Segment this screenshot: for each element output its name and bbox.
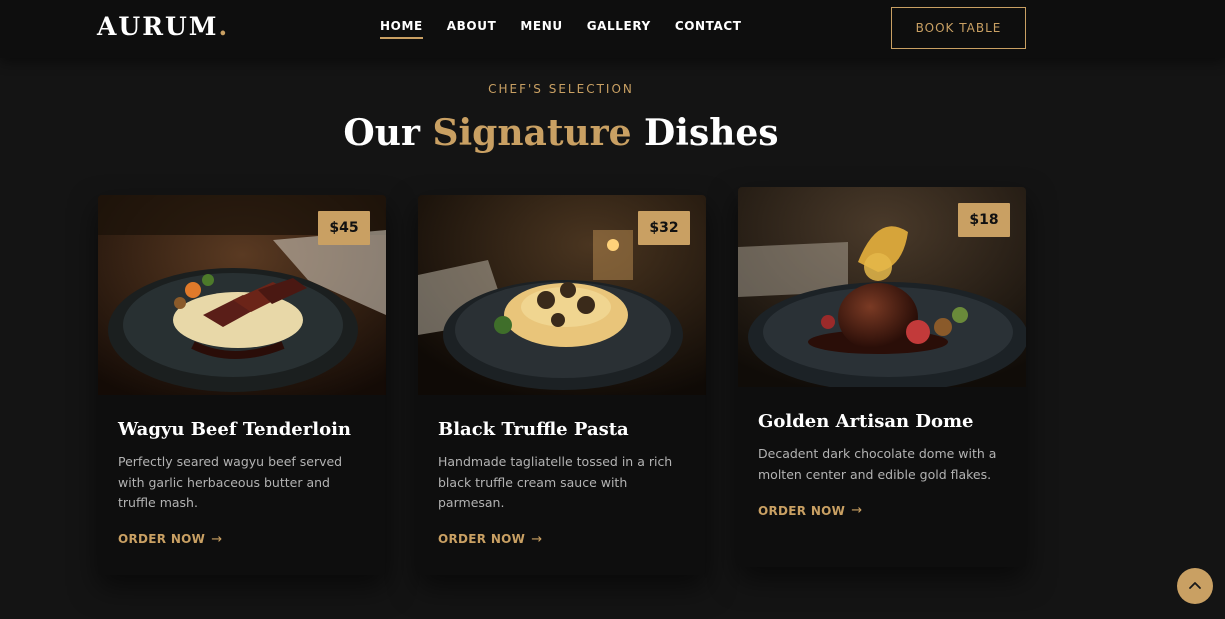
steak-plate-photo: $45 bbox=[98, 195, 386, 395]
site-header: AURUM. HOME ABOUT MENU GALLERY CONTACT B… bbox=[0, 0, 1225, 58]
dish-description: Perfectly seared wagyu beef served with … bbox=[118, 454, 343, 510]
main-nav: HOME ABOUT MENU GALLERY CONTACT bbox=[380, 19, 766, 39]
nav-menu[interactable]: MENU bbox=[520, 19, 562, 39]
price-badge: $18 bbox=[958, 203, 1010, 237]
nav-gallery[interactable]: GALLERY bbox=[587, 19, 651, 39]
nav-home[interactable]: HOME bbox=[380, 19, 423, 39]
dish-description: Decadent dark chocolate dome with a molt… bbox=[758, 446, 997, 482]
chevron-up-icon bbox=[1189, 582, 1201, 589]
dish-description: Handmade tagliatelle tossed in a rich bl… bbox=[438, 454, 673, 510]
order-now-label: ORDER NOW bbox=[758, 503, 846, 518]
order-now-link[interactable]: ORDER NOW → bbox=[758, 503, 862, 518]
price-badge: $45 bbox=[318, 211, 370, 245]
dish-card-wagyu: $45 Wagyu Beef Tenderloin Perfectly sear… bbox=[98, 195, 386, 575]
brand-logo[interactable]: AURUM. bbox=[97, 12, 229, 41]
dish-title: Wagyu Beef Tenderloin bbox=[118, 419, 351, 440]
book-table-button[interactable]: BOOK TABLE bbox=[891, 7, 1026, 49]
dish-card-golden-dome: $18 Golden Artisan Dome Decadent dark ch… bbox=[738, 187, 1026, 567]
section-eyebrow: CHEF'S SELECTION bbox=[488, 82, 634, 96]
order-now-link[interactable]: ORDER NOW → bbox=[438, 532, 542, 547]
arrow-right-icon: → bbox=[531, 531, 543, 547]
dish-title: Golden Artisan Dome bbox=[758, 411, 974, 432]
arrow-right-icon: → bbox=[211, 531, 223, 547]
section-title: Our Signature Dishes bbox=[343, 112, 779, 154]
price-badge: $32 bbox=[638, 211, 690, 245]
dessert-dome-photo: $18 bbox=[738, 187, 1026, 387]
order-now-link[interactable]: ORDER NOW → bbox=[118, 532, 222, 547]
nav-contact[interactable]: CONTACT bbox=[675, 19, 742, 39]
order-now-label: ORDER NOW bbox=[118, 532, 206, 546]
dish-card-truffle-pasta: $32 Black Truffle Pasta Handmade tagliat… bbox=[418, 195, 706, 575]
scroll-to-top-button[interactable] bbox=[1177, 568, 1213, 604]
nav-about[interactable]: ABOUT bbox=[447, 19, 497, 39]
dish-title: Black Truffle Pasta bbox=[438, 419, 629, 440]
pasta-plate-photo: $32 bbox=[418, 195, 706, 395]
arrow-right-icon: → bbox=[851, 503, 863, 518]
order-now-label: ORDER NOW bbox=[438, 532, 526, 546]
